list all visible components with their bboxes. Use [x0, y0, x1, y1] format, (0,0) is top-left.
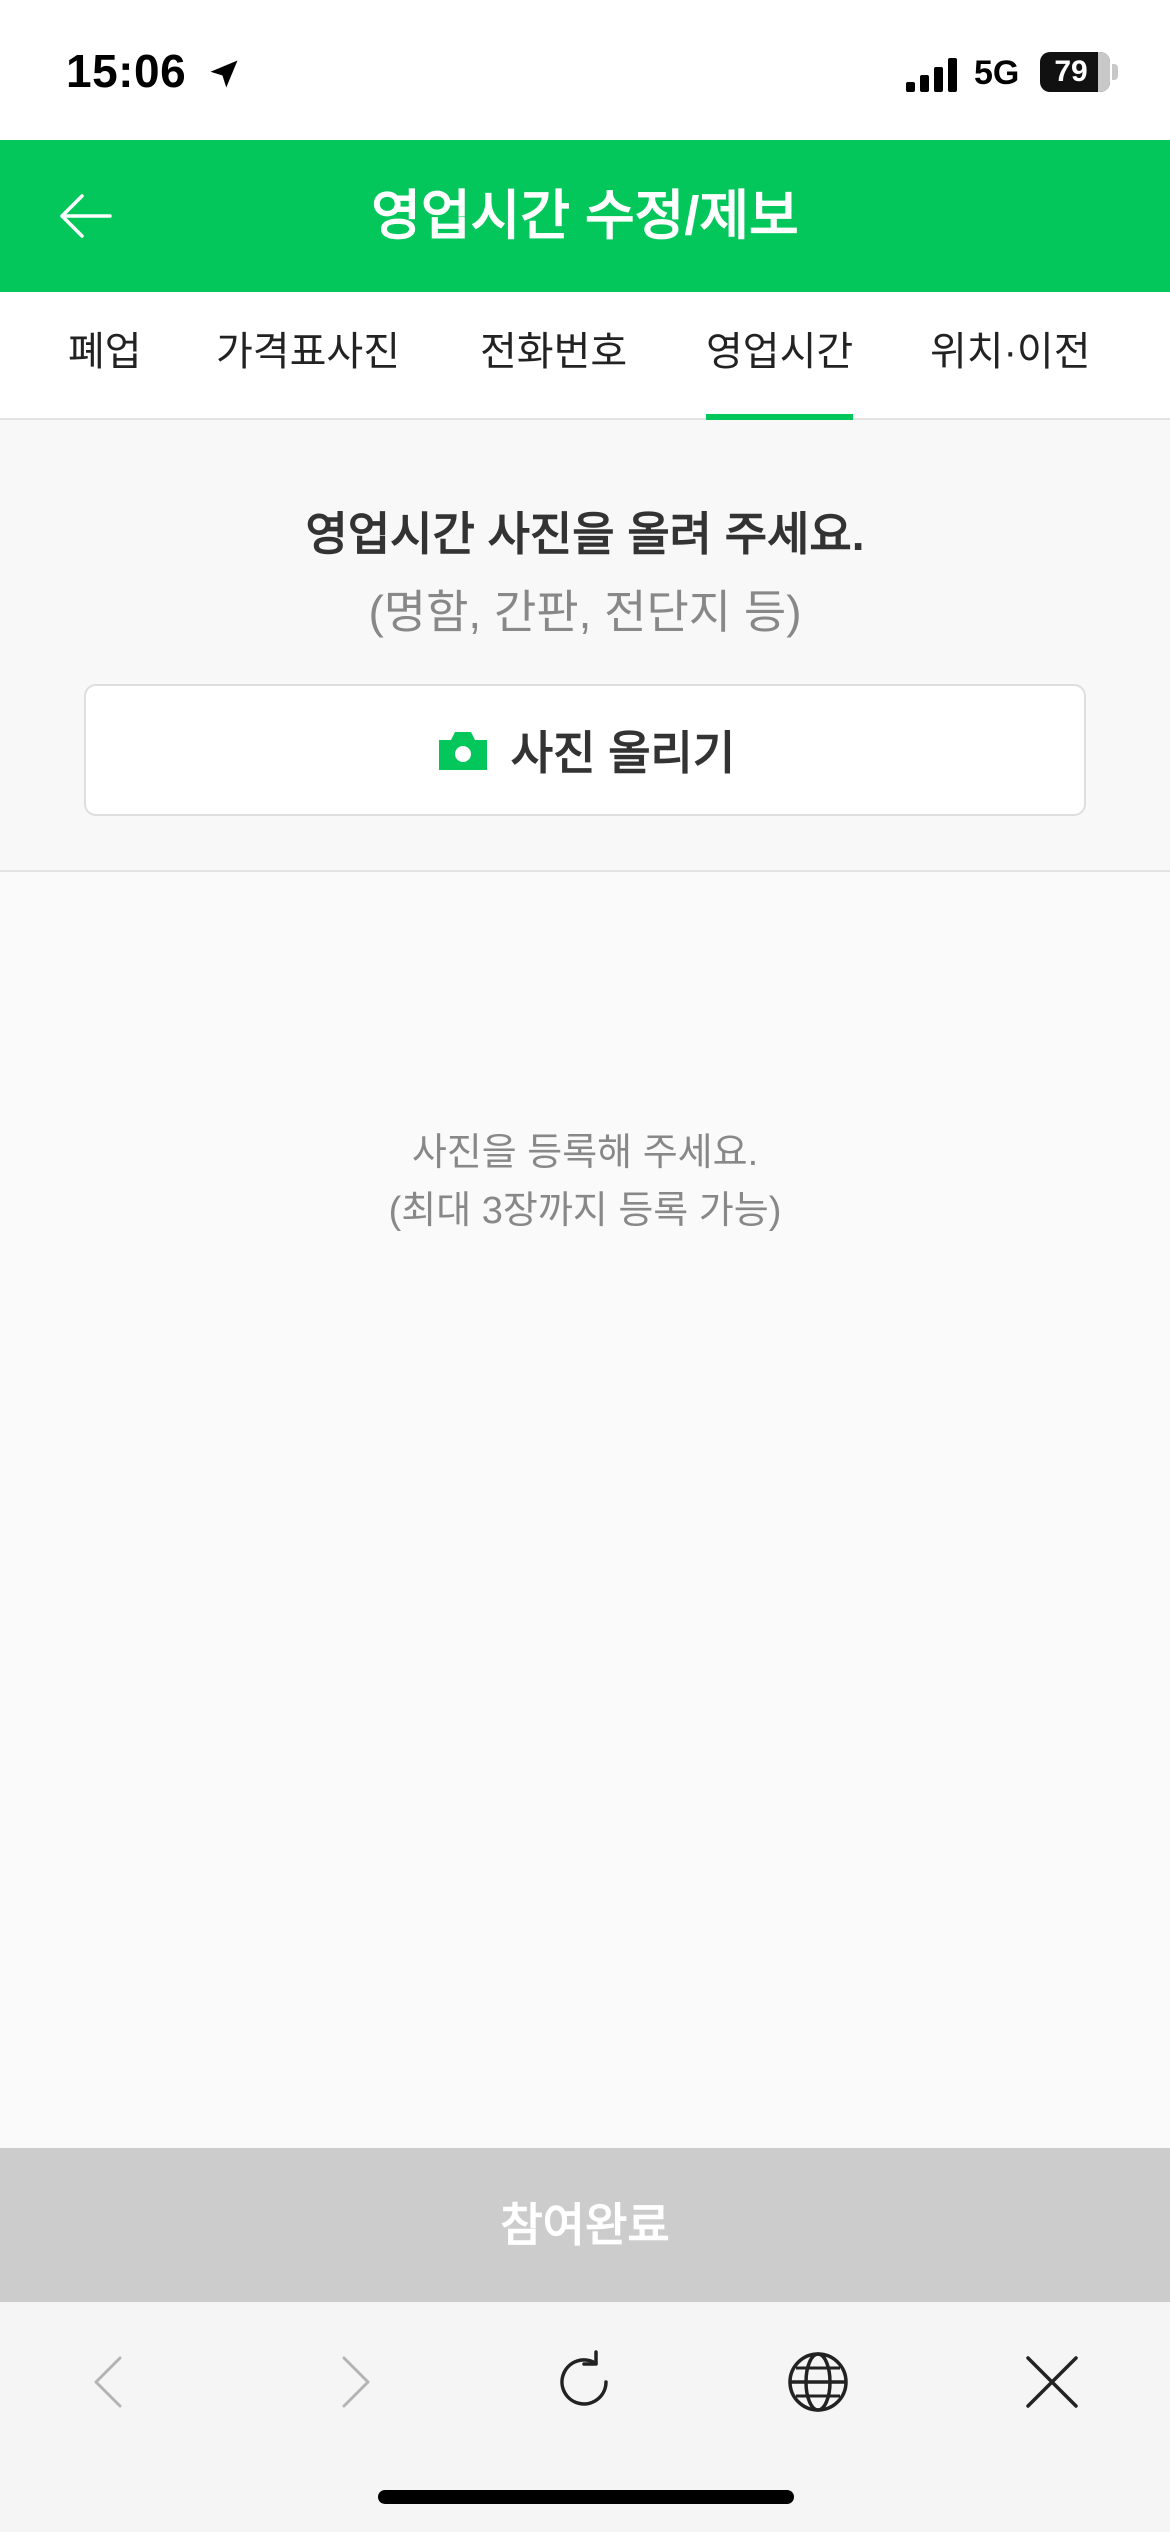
globe-button[interactable]: [768, 2332, 868, 2432]
tab-price-photo[interactable]: 가격표사진: [216, 292, 400, 418]
tab-location[interactable]: 위치·이전: [930, 292, 1091, 418]
home-indicator: [378, 2490, 794, 2504]
reload-icon: [560, 2350, 608, 2406]
chevron-left-icon: [94, 2356, 122, 2408]
upload-photo-button[interactable]: 사진 올리기: [84, 684, 1086, 816]
browser-back-button[interactable]: [62, 2332, 162, 2432]
tab-phone[interactable]: 전화번호: [480, 292, 627, 418]
location-arrow-icon: [210, 60, 238, 88]
empty-state: 사진을 등록해 주세요. (최대 3장까지 등록 가능): [0, 1124, 1170, 1240]
upload-heading: 영업시간 사진을 올려 주세요.: [305, 508, 865, 560]
upload-subtext: (명함, 간판, 전단지 등): [368, 586, 802, 638]
empty-state-line1: 사진을 등록해 주세요.: [411, 1132, 759, 1174]
camera-icon: [438, 732, 487, 770]
header-bar: 영업시간 수정/제보: [0, 140, 1170, 292]
upload-section: 영업시간 사진을 올려 주세요. (명함, 간판, 전단지 등) 사진 올리기: [0, 420, 1170, 872]
page-title: 영업시간 수정/제보: [371, 186, 799, 246]
signal-icon: [906, 58, 957, 92]
arrow-left-icon: [60, 194, 112, 238]
browser-forward-button[interactable]: [302, 2332, 402, 2432]
status-time: 15:06: [66, 45, 187, 97]
network-label: 5G: [974, 54, 1020, 92]
tab-closure[interactable]: 폐업: [68, 292, 142, 418]
close-icon: [1026, 2356, 1078, 2408]
close-button[interactable]: [1002, 2332, 1102, 2432]
battery-level: 79: [1054, 55, 1088, 88]
battery-icon: 79: [1040, 52, 1110, 92]
back-button[interactable]: [36, 166, 136, 266]
battery-empty-portion: [1098, 52, 1110, 92]
battery-tip: [1112, 64, 1118, 80]
reload-button[interactable]: [534, 2332, 634, 2432]
upload-button-label: 사진 올리기: [510, 727, 736, 779]
chevron-right-icon: [342, 2356, 370, 2408]
status-bar: 15:06 5G 79: [0, 0, 1170, 140]
submit-button[interactable]: 참여완료: [0, 2148, 1170, 2302]
tab-business-hours[interactable]: 영업시간: [706, 292, 854, 420]
globe-icon: [788, 2352, 848, 2412]
tab-bar: 폐업 가격표사진 전화번호 영업시간 위치·이전: [0, 292, 1170, 420]
empty-state-line2: (최대 3장까지 등록 가능): [388, 1190, 782, 1232]
